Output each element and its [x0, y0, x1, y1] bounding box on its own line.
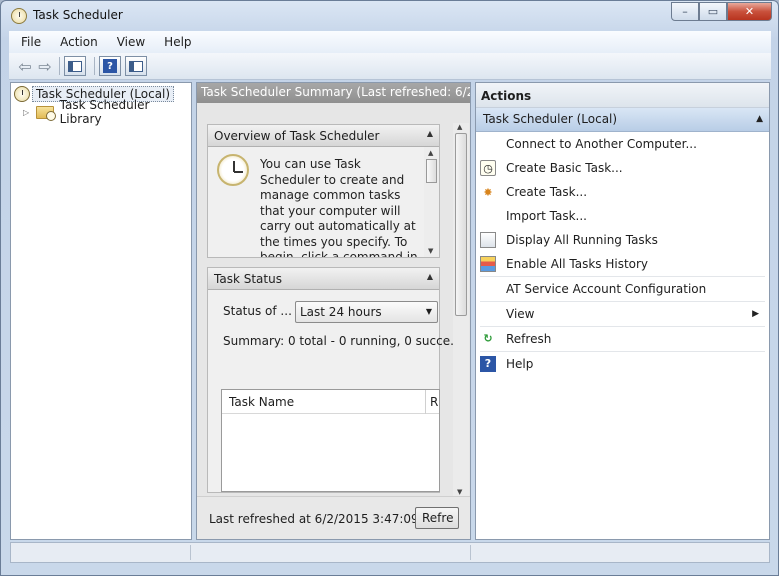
action-create-basic-task[interactable]: ◷ Create Basic Task...	[480, 156, 765, 180]
menu-help[interactable]: Help	[152, 35, 198, 49]
task-status-table[interactable]: Task Name R	[221, 389, 440, 492]
menu-action[interactable]: Action	[48, 35, 105, 49]
scroll-thumb[interactable]	[426, 159, 437, 183]
menu-file[interactable]: File	[9, 35, 48, 49]
action-view[interactable]: View ▶	[480, 301, 765, 325]
maximize-button[interactable]: ▭	[699, 2, 727, 21]
action-create-task[interactable]: ✸ Create Task...	[480, 180, 765, 204]
forward-arrow-icon[interactable]: ⇨	[35, 56, 55, 76]
actions-pane: Actions Task Scheduler (Local) ▲ Connect…	[475, 82, 770, 540]
refresh-button[interactable]: Refre	[415, 507, 459, 529]
running-tasks-icon	[480, 232, 496, 248]
console-tree: Task Scheduler (Local) ▷ Task Scheduler …	[10, 82, 192, 540]
action-label: Create Task...	[506, 185, 588, 199]
status-of-label: Status of ...	[223, 304, 292, 318]
dropdown-arrow-icon: ▼	[425, 307, 432, 316]
tree-item-label: Task Scheduler Library	[59, 98, 150, 126]
action-refresh[interactable]: ↻ Refresh	[480, 326, 765, 350]
help-icon: ?	[480, 355, 496, 372]
back-arrow-icon[interactable]: ⇦	[15, 56, 35, 76]
status-bar-cell	[191, 545, 471, 560]
window-title: Task Scheduler	[33, 8, 123, 22]
task-status-section-header[interactable]: Task Status ▲	[208, 268, 439, 290]
summary-footer: Last refreshed at 6/2/2015 3:47:09 PM Re…	[197, 496, 470, 539]
status-bar	[10, 542, 770, 563]
action-label: Import Task...	[506, 209, 587, 223]
refresh-icon: ↻	[483, 332, 493, 345]
action-display-all-running-tasks[interactable]: Display All Running Tasks	[480, 228, 765, 252]
status-bar-cell	[11, 545, 191, 560]
summary-pane: Task Scheduler Summary (Last refreshed: …	[196, 82, 471, 540]
toolbar-separator	[59, 57, 60, 75]
collapse-icon[interactable]: ▲	[427, 129, 433, 138]
close-button[interactable]: ✕	[727, 2, 772, 21]
column-header-task-name[interactable]: Task Name	[222, 389, 426, 414]
app-window: Task Scheduler – ▭ ✕ File Action View He…	[0, 0, 779, 576]
scroll-down-icon[interactable]: ▼	[457, 488, 462, 496]
collapse-icon[interactable]: ▲	[756, 114, 763, 124]
actions-title: Actions	[476, 83, 769, 108]
clock-icon	[14, 86, 30, 102]
overview-section: Overview of Task Scheduler ▲ You can use…	[207, 124, 440, 258]
summary-scrollbar[interactable]: ▲ ▼	[453, 123, 469, 496]
action-label: Help	[506, 356, 534, 371]
task-scheduler-icon	[11, 8, 27, 24]
action-label: Create Basic Task...	[506, 161, 623, 175]
action-help[interactable]: ? Help	[480, 351, 765, 375]
scroll-thumb[interactable]	[455, 133, 467, 316]
action-at-service-account-configuration[interactable]: AT Service Account Configuration	[480, 276, 765, 300]
toolbar: ⇦ ⇨ ?	[9, 53, 771, 80]
action-label: Enable All Tasks History	[506, 257, 649, 271]
toolbar-separator	[94, 57, 95, 75]
summary-header: Task Scheduler Summary (Last refreshed: …	[197, 83, 470, 103]
actions-group-label: Task Scheduler (Local)	[483, 112, 618, 126]
clock-icon	[217, 154, 249, 186]
overview-text: You can use Task Scheduler to create and…	[260, 157, 418, 257]
scroll-up-icon[interactable]: ▲	[428, 149, 433, 157]
minimize-button[interactable]: –	[671, 2, 699, 21]
overview-scrollbar[interactable]: ▲ ▼	[424, 147, 439, 257]
action-label: Connect to Another Computer...	[506, 137, 697, 151]
action-connect-to-another-computer[interactable]: Connect to Another Computer...	[480, 132, 765, 156]
actions-group-header[interactable]: Task Scheduler (Local) ▲	[476, 108, 769, 132]
action-enable-all-tasks-history[interactable]: Enable All Tasks History	[480, 252, 765, 276]
action-label: View	[506, 306, 535, 321]
task-status-title: Task Status	[214, 272, 282, 286]
basic-task-icon: ◷	[480, 160, 496, 176]
help-button[interactable]: ?	[99, 56, 121, 76]
status-summary: Summary: 0 total - 0 running, 0 succe...	[223, 334, 462, 348]
last-refreshed-text: Last refreshed at 6/2/2015 3:47:09 PM	[209, 512, 441, 526]
collapse-icon[interactable]: ▲	[427, 272, 433, 281]
expand-arrow-icon[interactable]: ▷	[23, 108, 32, 117]
console-tree-icon	[68, 60, 82, 72]
action-label: Refresh	[506, 331, 552, 346]
task-status-section: Task Status ▲ Status of ... Last 24 hour…	[207, 267, 462, 493]
history-icon	[480, 256, 496, 272]
scroll-up-icon[interactable]: ▲	[457, 123, 462, 131]
status-period-value: Last 24 hours	[300, 305, 382, 319]
scroll-down-icon[interactable]: ▼	[428, 247, 433, 255]
help-icon: ?	[103, 59, 117, 73]
show-hide-console-tree-button[interactable]	[64, 56, 86, 76]
tree-item-task-scheduler-library[interactable]: ▷ Task Scheduler Library	[23, 98, 191, 126]
folder-clock-icon	[36, 105, 56, 121]
title-bar[interactable]: Task Scheduler – ▭ ✕	[1, 1, 778, 31]
submenu-arrow-icon: ▶	[752, 308, 759, 319]
overview-title: Overview of Task Scheduler	[214, 129, 380, 143]
action-pane-icon	[129, 60, 143, 72]
action-label: Display All Running Tasks	[506, 233, 658, 247]
show-hide-action-pane-button[interactable]	[125, 56, 147, 76]
column-header-r[interactable]: R	[426, 395, 438, 409]
menu-bar: File Action View Help	[9, 31, 771, 53]
action-label: AT Service Account Configuration	[506, 281, 707, 296]
overview-section-header[interactable]: Overview of Task Scheduler ▲	[208, 125, 439, 147]
menu-view[interactable]: View	[105, 35, 152, 49]
action-import-task[interactable]: Import Task...	[480, 204, 765, 228]
status-period-select[interactable]: Last 24 hours ▼	[295, 301, 438, 323]
create-task-icon: ✸	[483, 185, 493, 199]
